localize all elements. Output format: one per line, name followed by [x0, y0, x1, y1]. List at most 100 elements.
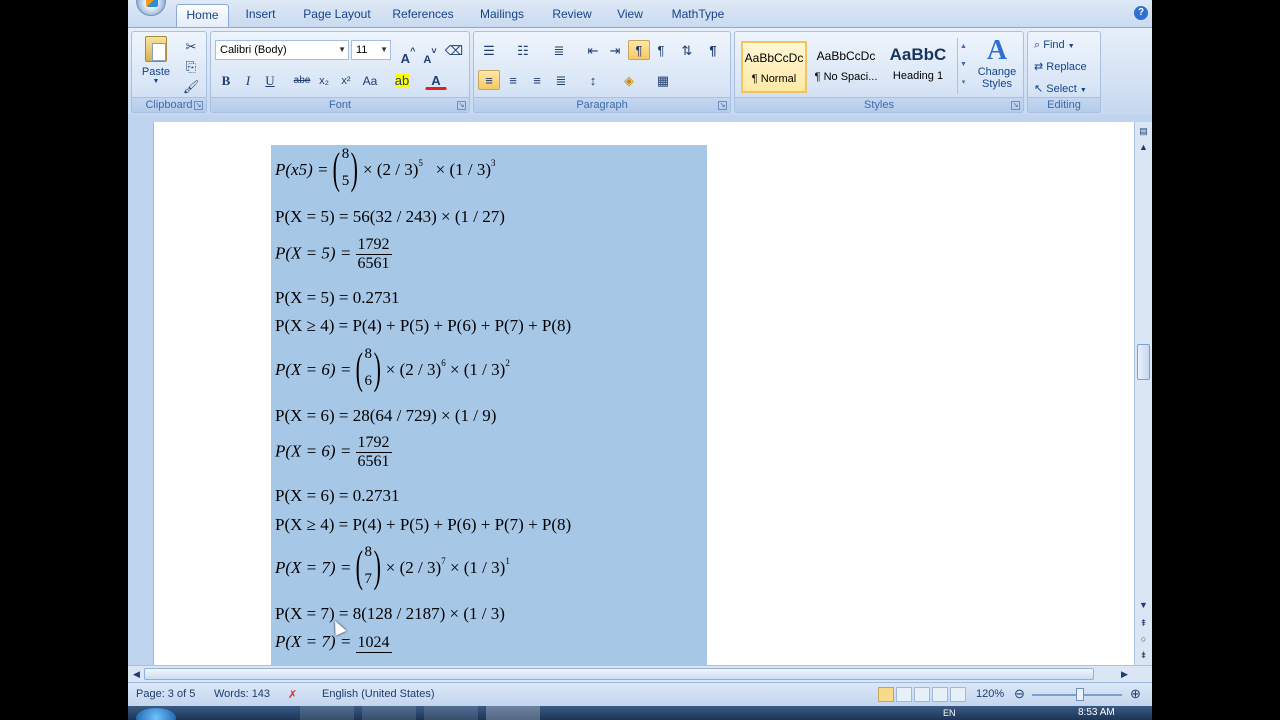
web-layout-icon[interactable]	[914, 687, 930, 702]
tab-insert[interactable]: Insert	[238, 4, 283, 27]
horizontal-scrollbar[interactable]: ◀ ▶	[128, 665, 1152, 682]
taskbar-word-icon[interactable]	[486, 706, 540, 720]
clipboard-launcher-icon[interactable]: ↘	[194, 101, 203, 110]
scroll-left-icon[interactable]: ◀	[130, 667, 143, 681]
clear-formatting-icon[interactable]: ⌫	[443, 40, 465, 60]
font-launcher-icon[interactable]: ↘	[457, 101, 466, 110]
scroll-right-icon[interactable]: ▶	[1118, 667, 1131, 681]
scroll-thumb[interactable]	[144, 668, 1094, 680]
numbering-icon[interactable]: ☷	[512, 40, 534, 60]
equation-line[interactable]: P(x5) = (8 5) × (2 / 3)5 × (1 / 3)3	[275, 144, 496, 196]
start-button[interactable]	[136, 708, 176, 720]
tab-references[interactable]: References	[390, 4, 456, 27]
decrease-indent-icon[interactable]: ⇤	[582, 40, 604, 60]
equation-line[interactable]: P(X = 6) = (8 6) × (2 / 3)6 × (1 / 3)2	[275, 344, 510, 396]
office-button[interactable]	[136, 0, 166, 16]
show-formatting-icon[interactable]: ¶	[702, 40, 724, 60]
next-page-icon[interactable]: ⇟	[1137, 648, 1150, 662]
style-normal[interactable]: AaBbCcDc ¶ Normal	[741, 41, 807, 93]
grow-font-icon[interactable]: A^	[397, 40, 419, 66]
align-center-icon[interactable]: ≡	[502, 70, 524, 90]
strikethrough-button[interactable]: abe	[291, 70, 313, 90]
zoom-slider-thumb[interactable]	[1076, 688, 1084, 701]
taskbar-chrome-icon[interactable]	[300, 706, 354, 720]
scroll-thumb[interactable]	[1137, 344, 1150, 380]
styles-launcher-icon[interactable]: ↘	[1011, 101, 1020, 110]
cut-icon[interactable]: ✂	[180, 36, 202, 56]
shrink-font-icon[interactable]: A˅	[419, 40, 441, 66]
equation-line[interactable]: P(X = 6) = 1792 6561	[275, 434, 392, 471]
italic-button[interactable]: I	[237, 70, 259, 90]
font-name-combo[interactable]: Calibri (Body) ▼	[215, 40, 349, 60]
borders-icon[interactable]: ▦	[652, 70, 674, 90]
print-layout-icon[interactable]	[878, 687, 894, 702]
select-button[interactable]: ↖ Select ▼	[1034, 80, 1087, 98]
equation-line[interactable]: P(X = 7) = 1024	[275, 632, 392, 653]
underline-button[interactable]: U	[259, 70, 281, 90]
subscript-button[interactable]: x₂	[313, 70, 335, 90]
find-button[interactable]: ⌕ Find ▼	[1034, 36, 1075, 54]
equation-line[interactable]: P(X = 6) = 28(64 / 729) × (1 / 9)	[275, 406, 496, 426]
equation-line[interactable]: P(X = 5) = 0.2731	[275, 288, 399, 308]
page-indicator[interactable]: Page: 3 of 5	[136, 688, 195, 700]
help-icon[interactable]: ?	[1134, 6, 1148, 20]
format-painter-icon[interactable]: 🖌	[180, 76, 202, 96]
zoom-out-icon[interactable]: ⊖	[1014, 686, 1025, 702]
justify-icon[interactable]: ≣	[550, 70, 572, 90]
taskbar-app-icon[interactable]	[424, 706, 478, 720]
equation-line[interactable]: P(X = 5) = 56(32 / 243) × (1 / 27)	[275, 207, 505, 227]
full-screen-reading-icon[interactable]	[896, 687, 912, 702]
style-no-spacing[interactable]: AaBbCcDc ¶ No Spaci...	[813, 41, 879, 93]
zoom-level[interactable]: 120%	[976, 688, 1004, 700]
vertical-scrollbar[interactable]: ▤ ▲ ▼ ⇞ ○ ⇟	[1134, 122, 1152, 665]
bullets-icon[interactable]: ☰	[478, 40, 500, 60]
bold-button[interactable]: B	[215, 70, 237, 90]
multilevel-list-icon[interactable]: ≣	[548, 40, 570, 60]
equation-line[interactable]: P(X ≥ 4) = P(4) + P(5) + P(6) + P(7) + P…	[275, 316, 571, 336]
paste-button[interactable]: Paste ▼	[138, 36, 174, 92]
select-browse-object-icon[interactable]: ○	[1137, 632, 1150, 646]
sort-icon[interactable]: ⇅	[676, 40, 698, 60]
outline-icon[interactable]	[932, 687, 948, 702]
equation-line[interactable]: P(X ≥ 4) = P(4) + P(5) + P(6) + P(7) + P…	[275, 515, 571, 535]
replace-button[interactable]: ⇄ Replace	[1034, 58, 1087, 76]
ruler-toggle-icon[interactable]: ▤	[1137, 124, 1150, 138]
align-left-icon[interactable]: ≡	[478, 70, 500, 90]
proofing-icon[interactable]: ✗	[288, 688, 297, 701]
styles-scroll[interactable]: ▲ ▼ ▾	[957, 38, 969, 94]
clock[interactable]: 8:53 AM	[1078, 706, 1115, 720]
taskbar-ie-icon[interactable]	[204, 706, 244, 720]
zoom-in-icon[interactable]: ⊕	[1130, 686, 1141, 702]
ltr-icon[interactable]: ¶	[628, 40, 650, 60]
tab-review[interactable]: Review	[546, 4, 598, 27]
change-styles-button[interactable]: A Change Styles	[973, 36, 1021, 94]
line-spacing-icon[interactable]: ↕	[582, 70, 604, 90]
shading-icon[interactable]: ◈	[618, 70, 640, 90]
highlight-icon[interactable]: ab	[391, 70, 413, 90]
rtl-icon[interactable]: ¶	[650, 40, 672, 60]
paragraph-launcher-icon[interactable]: ↘	[718, 101, 727, 110]
scroll-down-icon[interactable]: ▼	[1137, 598, 1150, 612]
tab-view[interactable]: View	[612, 4, 648, 27]
previous-page-icon[interactable]: ⇞	[1137, 616, 1150, 630]
align-right-icon[interactable]: ≡	[526, 70, 548, 90]
taskbar-explorer-icon[interactable]	[252, 706, 292, 720]
language-indicator[interactable]: English (United States)	[322, 688, 435, 700]
language-bar[interactable]: EN	[943, 706, 956, 720]
scroll-up-icon[interactable]: ▲	[1137, 140, 1150, 154]
document-area[interactable]: P(x5) = (8 5) × (2 / 3)5 × (1 / 3)3 P(X =…	[128, 122, 1134, 665]
style-heading-1[interactable]: AaBbC Heading 1	[885, 41, 951, 93]
font-color-icon[interactable]: A	[425, 70, 447, 90]
increase-indent-icon[interactable]: ⇥	[604, 40, 626, 60]
word-count[interactable]: Words: 143	[214, 688, 270, 700]
equation-line[interactable]: P(X = 5) = 1792 6561	[275, 236, 392, 273]
tab-mathtype[interactable]: MathType	[664, 4, 732, 27]
draft-icon[interactable]	[950, 687, 966, 702]
equation-line[interactable]: P(X = 7) = (8 7) × (2 / 3)7 × (1 / 3)1	[275, 542, 510, 594]
zoom-slider[interactable]	[1032, 688, 1122, 701]
equation-line[interactable]: P(X = 6) = 0.2731	[275, 486, 399, 506]
copy-icon[interactable]: ⎘	[180, 56, 202, 76]
tab-page-layout[interactable]: Page Layout	[298, 4, 376, 27]
tab-home[interactable]: Home	[176, 4, 229, 27]
superscript-button[interactable]: x²	[335, 70, 357, 90]
